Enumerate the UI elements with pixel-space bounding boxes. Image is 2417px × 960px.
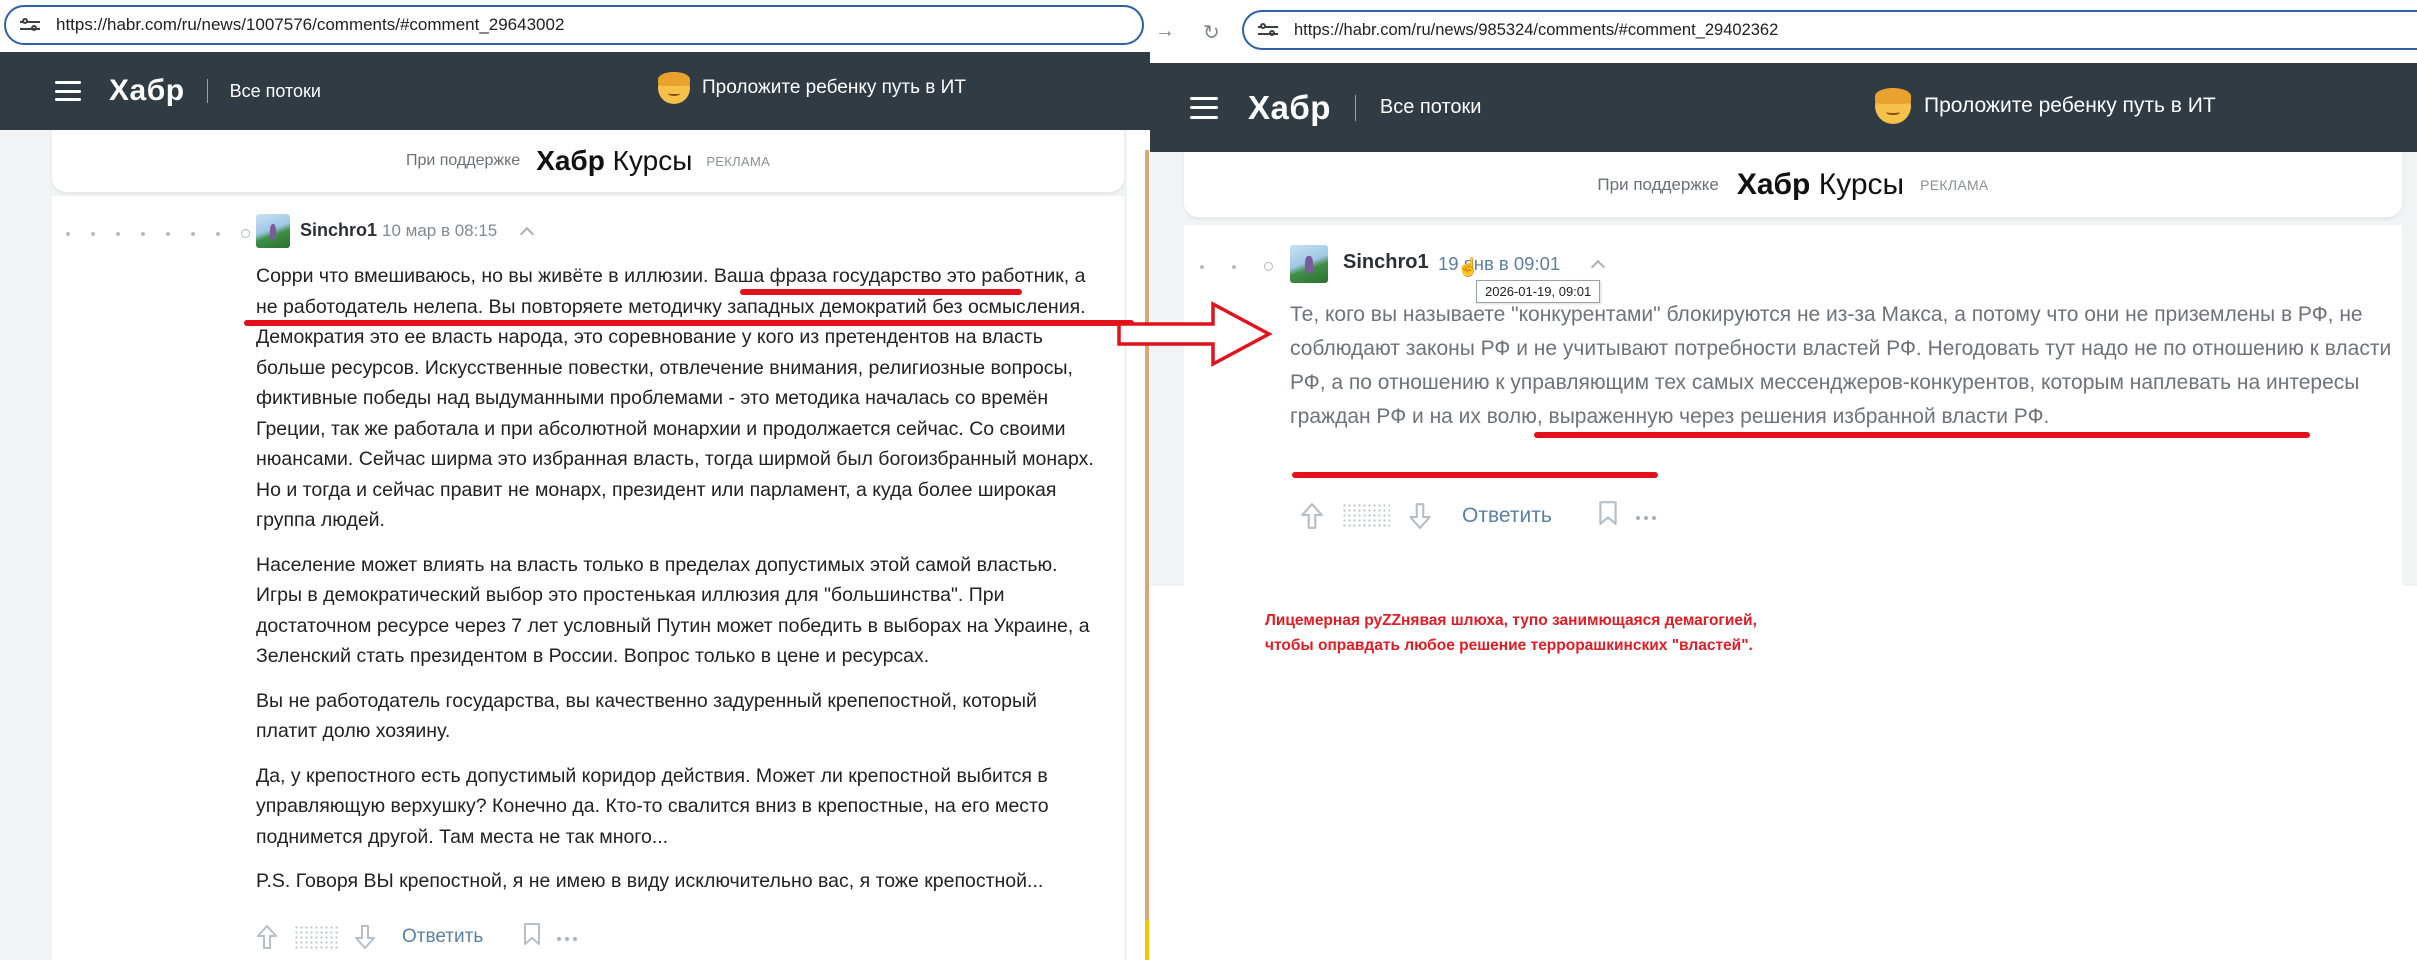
left-browser-pane: https://habr.com/ru/news/1007576/comment… bbox=[0, 0, 1150, 960]
comment-paragraph: Население может влиять на власть только … bbox=[256, 553, 1090, 668]
thread-depth-dots bbox=[66, 229, 250, 238]
promo-text: Проложите ребенку путь в ИТ bbox=[1924, 94, 2216, 117]
left-comment-card: Sinchro1 10 мар в 08:15 Сорри что вмешив… bbox=[52, 196, 1134, 960]
forward-icon[interactable]: → bbox=[1155, 20, 1175, 45]
reply-button[interactable]: Ответить bbox=[1462, 504, 1552, 528]
promo-banner[interactable]: Проложите ребенку путь в ИТ bbox=[1875, 88, 2216, 124]
red-annotation: Лицемерная руZZнявая шлюха, тупо занимющ… bbox=[1265, 612, 1757, 654]
right-url-field[interactable]: https://habr.com/ru/news/985324/comments… bbox=[1242, 10, 2417, 50]
collapse-chevron-icon[interactable] bbox=[519, 226, 535, 242]
child-face-icon bbox=[658, 72, 690, 104]
menu-burger-icon[interactable] bbox=[55, 81, 81, 101]
comment-paragraph: Да, у крепостного есть допустимый коридо… bbox=[256, 764, 1049, 848]
reload-icon[interactable]: ↻ bbox=[1203, 20, 1220, 45]
all-streams-link[interactable]: Все потоки bbox=[230, 81, 321, 102]
bookmark-icon[interactable] bbox=[523, 922, 541, 951]
left-ad-card[interactable]: При поддержке Хабр Курсы РЕКЛАМА bbox=[52, 130, 1124, 192]
author-avatar[interactable] bbox=[256, 214, 290, 248]
right-url-text: https://habr.com/ru/news/985324/comments… bbox=[1294, 20, 1779, 39]
bookmark-icon[interactable] bbox=[1598, 500, 1618, 531]
all-streams-link[interactable]: Все потоки bbox=[1380, 96, 1482, 119]
ad-support-text: При поддержке bbox=[405, 152, 521, 169]
site-settings-icon[interactable] bbox=[1258, 22, 1278, 38]
comment-paragraph: Вы не работодатель государства, вы качес… bbox=[256, 689, 1037, 743]
comment-paragraph: P.S. Говоря ВЫ крепостной, я не имею в в… bbox=[256, 870, 1044, 892]
right-browser-pane: → ↻ https://habr.com/ru/news/985324/comm… bbox=[1150, 0, 2417, 960]
red-arrow-shape bbox=[1117, 301, 1273, 367]
reply-button[interactable]: Ответить bbox=[402, 926, 483, 948]
vote-up-icon[interactable] bbox=[1300, 502, 1324, 530]
score-placeholder bbox=[1342, 502, 1390, 529]
vote-up-icon[interactable] bbox=[256, 924, 278, 950]
screenshot-composite: https://habr.com/ru/news/1007576/comment… bbox=[0, 0, 2417, 960]
more-options-icon[interactable] bbox=[1635, 507, 1660, 525]
vote-down-icon[interactable] bbox=[1408, 502, 1432, 530]
red-underline bbox=[740, 289, 1022, 295]
red-underline bbox=[1534, 432, 2310, 438]
promo-text: Проложите ребенку путь в ИТ bbox=[702, 77, 966, 98]
comment-paragraph: Те, кого вы называете "конкурентами" бло… bbox=[1290, 303, 2392, 428]
red-underline bbox=[1292, 472, 1658, 478]
comment-author[interactable]: Sinchro1 bbox=[1343, 251, 1429, 274]
left-url-text: https://habr.com/ru/news/1007576/comment… bbox=[56, 15, 565, 34]
left-address-bar: https://habr.com/ru/news/1007576/comment… bbox=[0, 0, 1150, 52]
thread-depth-dots bbox=[1200, 262, 1273, 271]
child-face-icon bbox=[1875, 88, 1911, 124]
ad-tag: РЕКЛАМА bbox=[1920, 176, 1989, 193]
comment-body: Те, кого вы называете "конкурентами" бло… bbox=[1290, 298, 2400, 448]
red-underline bbox=[244, 320, 1134, 326]
site-settings-icon[interactable] bbox=[20, 17, 40, 33]
ad-support-text: При поддержке bbox=[1597, 174, 1719, 194]
comment-date[interactable]: 10 мар в 08:15 bbox=[382, 221, 497, 241]
comment-actions: Ответить bbox=[1300, 500, 1660, 531]
comment-actions: Ответить bbox=[256, 922, 581, 951]
comment-author[interactable]: Sinchro1 bbox=[300, 220, 377, 241]
right-ad-card[interactable]: При поддержке Хабр Курсы РЕКЛАМА bbox=[1184, 152, 2402, 217]
ad-brand: Хабр Курсы bbox=[1736, 167, 1905, 201]
pointer-cursor-icon: ☝ bbox=[1457, 257, 1480, 277]
habr-logo[interactable]: Хабр bbox=[109, 74, 185, 108]
author-avatar[interactable] bbox=[1290, 245, 1328, 283]
menu-burger-icon[interactable] bbox=[1190, 96, 1218, 119]
score-placeholder bbox=[294, 924, 338, 949]
more-options-icon[interactable] bbox=[557, 928, 581, 946]
left-habr-header: Хабр Все потоки Проложите ребенку путь в… bbox=[0, 52, 1150, 130]
right-habr-header: Хабр Все потоки Проложите ребенку путь в… bbox=[1150, 63, 2417, 152]
ad-brand: Хабр Курсы bbox=[536, 145, 693, 176]
comment-body: Сорри что вмешиваюсь, но вы живёте в илл… bbox=[256, 261, 1096, 911]
comment-paragraph: Сорри что вмешиваюсь, но вы живёте в илл… bbox=[256, 265, 1094, 531]
promo-banner[interactable]: Проложите ребенку путь в ИТ bbox=[658, 72, 966, 104]
right-address-bar: → ↻ https://habr.com/ru/news/985324/comm… bbox=[1150, 0, 2417, 52]
ad-tag: РЕКЛАМА bbox=[706, 153, 771, 169]
left-url-field[interactable]: https://habr.com/ru/news/1007576/comment… bbox=[4, 5, 1144, 45]
habr-logo[interactable]: Хабр bbox=[1248, 89, 1331, 127]
vote-down-icon[interactable] bbox=[354, 924, 376, 950]
